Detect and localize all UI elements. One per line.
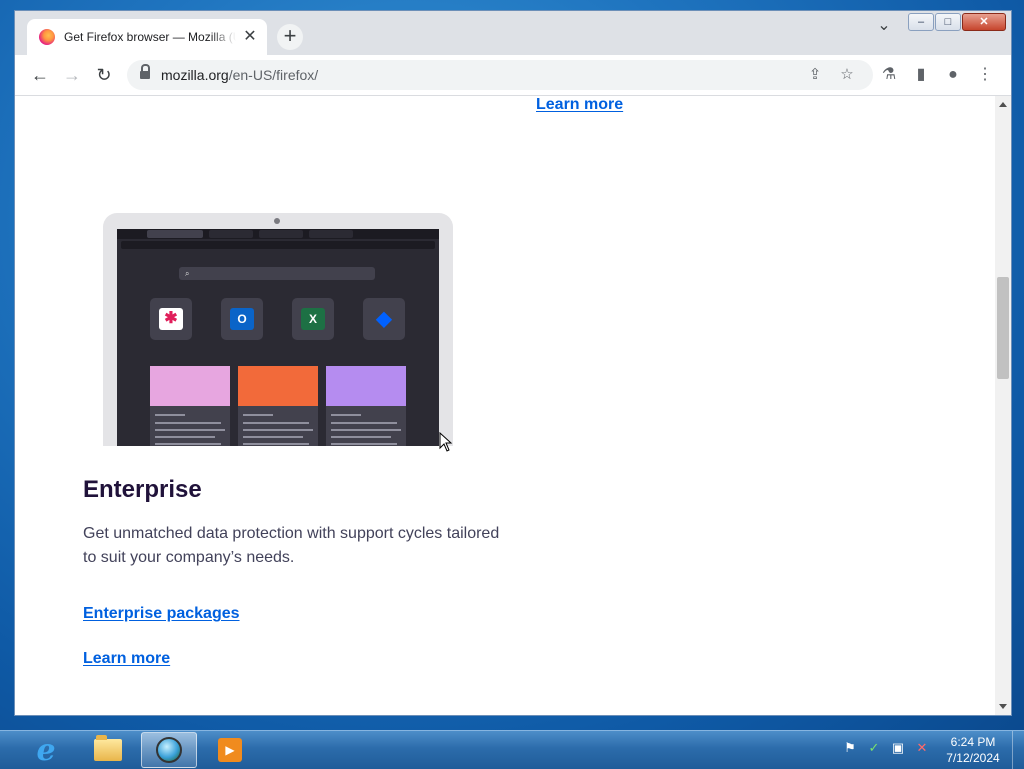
mock-text-line xyxy=(331,414,361,416)
address-bar[interactable]: mozilla.org/en-US/firefox/ ⇪ ☆ xyxy=(127,60,873,90)
scroll-down-arrow-icon[interactable] xyxy=(999,704,1007,709)
new-tab-button[interactable]: + xyxy=(277,24,303,50)
mock-app-tile: ✱ xyxy=(150,298,192,340)
mock-card-image xyxy=(326,366,406,406)
action-center-flag-icon[interactable]: ⚑ xyxy=(842,740,858,756)
mock-text-line xyxy=(155,422,221,424)
mock-tab xyxy=(309,230,353,238)
mock-text-line xyxy=(331,443,397,445)
clock-date: 7/12/2024 xyxy=(946,751,1000,765)
mock-text-line xyxy=(243,443,309,445)
browser-window: Get Firefox browser — Mozilla (US) ✕ + ⌄… xyxy=(14,10,1012,716)
extension-icon[interactable]: ⚗ xyxy=(877,63,901,87)
mock-text-line xyxy=(155,414,185,416)
browser-toolbar: ← → ↻ mozilla.org/en-US/firefox/ ⇪ ☆ ⚗ ▮… xyxy=(15,55,1011,96)
outlook-icon: O xyxy=(230,308,254,330)
excel-icon: X xyxy=(301,308,325,330)
close-window-button[interactable]: ✕ xyxy=(962,13,1006,31)
scrollbar-thumb[interactable] xyxy=(997,277,1009,379)
mock-card-image xyxy=(150,366,230,406)
chrome-menu-icon[interactable]: ⋮ xyxy=(973,63,997,87)
mock-tab xyxy=(147,230,203,238)
mouse-pointer-icon xyxy=(439,432,453,452)
show-desktop-button[interactable] xyxy=(1012,731,1024,769)
mock-text-line xyxy=(243,414,273,416)
laptop-camera xyxy=(274,218,280,224)
clock-time: 6:24 PM xyxy=(950,735,996,749)
media-player-icon: ▶ xyxy=(218,738,242,762)
url-text[interactable]: mozilla.org/en-US/firefox/ xyxy=(161,67,318,83)
slack-icon: ✱ xyxy=(159,308,183,330)
mock-text-line xyxy=(155,429,225,431)
mock-text-line xyxy=(331,436,391,438)
mock-card xyxy=(238,366,318,446)
bookmark-star-icon[interactable]: ☆ xyxy=(837,65,857,85)
back-button[interactable]: ← xyxy=(27,62,53,88)
reload-button[interactable]: ↻ xyxy=(91,62,117,88)
enterprise-description: Get unmatched data protection with suppo… xyxy=(83,525,500,566)
tab-strip: Get Firefox browser — Mozilla (US) ✕ + ⌄… xyxy=(15,11,1011,55)
mock-tab xyxy=(259,230,303,238)
mock-card xyxy=(326,366,406,446)
browser-icon xyxy=(156,737,182,763)
scroll-up-arrow-icon[interactable] xyxy=(999,102,1007,107)
file-explorer-taskbar-button[interactable] xyxy=(80,732,136,768)
folder-icon xyxy=(94,735,122,761)
mock-app-tile: O xyxy=(221,298,263,340)
mock-card-image xyxy=(238,366,318,406)
tab-search-icon[interactable]: ⌄ xyxy=(875,15,893,34)
url-domain: mozilla.org xyxy=(161,67,229,83)
windows-taskbar: e ▶ ⚑ ✓ ▣ ✕ 6:24 PM 7/12/2024 xyxy=(0,730,1024,769)
share-icon[interactable]: ⇪ xyxy=(805,65,825,85)
page-scrollbar[interactable] xyxy=(995,96,1011,715)
laptop-screen: ⌕ ✱ O X ◆ xyxy=(117,229,439,446)
mock-text-line xyxy=(243,436,303,438)
network-icon[interactable]: ▣ xyxy=(890,740,906,756)
mock-tabbar xyxy=(117,229,439,239)
mock-tab xyxy=(209,230,253,238)
maximize-button[interactable]: □ xyxy=(935,13,961,31)
chrome-taskbar-button[interactable] xyxy=(141,732,197,768)
url-path: /en-US/firefox/ xyxy=(228,67,319,83)
mock-search-bar: ⌕ xyxy=(179,267,375,280)
tab-title: Get Firefox browser — Mozilla (US) xyxy=(64,30,236,44)
system-clock[interactable]: 6:24 PM 7/12/2024 xyxy=(942,734,1004,766)
minimize-button[interactable]: – xyxy=(908,13,934,31)
mock-app-tile: ◆ xyxy=(363,298,405,340)
mock-text-line xyxy=(243,429,313,431)
side-panel-icon[interactable]: ▮ xyxy=(909,63,933,87)
lock-icon[interactable] xyxy=(140,64,150,79)
mock-app-tile: X xyxy=(292,298,334,340)
learn-more-link-top[interactable]: Learn more xyxy=(536,96,623,114)
page-content: Learn more ⌕ ✱ O X ◆ Enterprise Get unma… xyxy=(15,96,995,715)
internet-explorer-icon: e xyxy=(36,732,56,768)
media-player-taskbar-button[interactable]: ▶ xyxy=(202,732,258,768)
learn-more-link[interactable]: Learn more xyxy=(83,650,170,668)
profile-icon[interactable]: ● xyxy=(941,63,965,87)
tab-get-firefox[interactable]: Get Firefox browser — Mozilla (US) ✕ xyxy=(27,19,267,55)
mock-text-line xyxy=(331,422,397,424)
mock-urlbar xyxy=(121,241,435,249)
firefox-favicon-icon xyxy=(39,29,55,45)
tab-close-icon[interactable]: ✕ xyxy=(241,28,259,46)
internet-explorer-taskbar-button[interactable]: e xyxy=(18,732,74,768)
mock-text-line xyxy=(155,443,221,445)
volume-muted-icon[interactable]: ✕ xyxy=(914,740,930,756)
mock-text-line xyxy=(331,429,401,431)
enterprise-packages-link[interactable]: Enterprise packages xyxy=(83,605,240,623)
security-shield-icon[interactable]: ✓ xyxy=(866,740,882,756)
mock-text-line xyxy=(155,436,215,438)
dropbox-icon: ◆ xyxy=(376,308,392,330)
firefox-laptop-illustration: ⌕ ✱ O X ◆ xyxy=(103,213,453,446)
mock-text-line xyxy=(243,422,309,424)
enterprise-heading: Enterprise xyxy=(83,476,202,503)
forward-button[interactable]: → xyxy=(59,62,85,88)
mock-card xyxy=(150,366,230,446)
